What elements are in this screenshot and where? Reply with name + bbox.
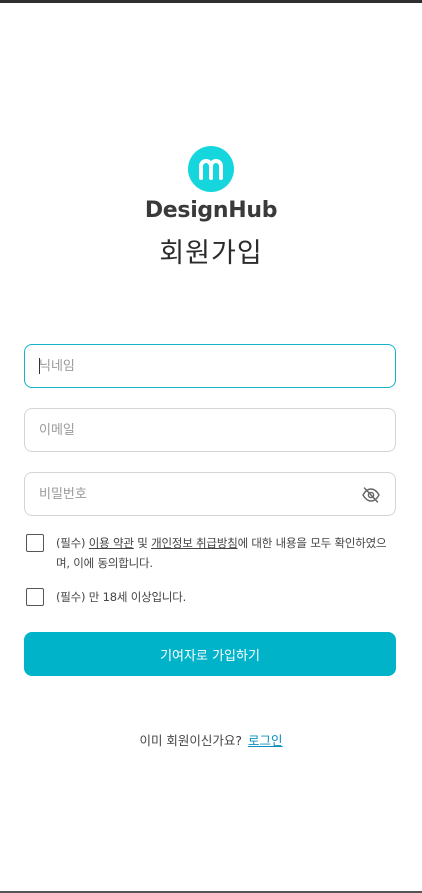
age-checkbox[interactable] — [26, 588, 44, 606]
nickname-input[interactable] — [25, 345, 395, 387]
age-agreement-row: (필수) 만 18세 이상입니다. — [26, 587, 396, 607]
terms-prefix: (필수) — [56, 536, 89, 550]
eye-off-icon[interactable] — [361, 485, 381, 505]
password-field[interactable] — [24, 472, 396, 516]
brand-name: DesignHub — [144, 198, 278, 223]
signup-button[interactable]: 기여자로 가입하기 — [24, 632, 396, 676]
privacy-policy-link[interactable]: 개인정보 취급방침 — [151, 536, 238, 550]
age-agreement-text: (필수) 만 18세 이상입니다. — [56, 590, 187, 604]
login-link[interactable]: 로그인 — [248, 733, 283, 748]
terms-connector: 및 — [133, 536, 152, 550]
terms-agreement-row: (필수) 이용 약관 및 개인정보 취급방침에 대한 내용을 모두 확인하였으며… — [26, 533, 396, 573]
email-input[interactable] — [25, 409, 395, 451]
email-field[interactable] — [24, 408, 396, 452]
password-input[interactable] — [25, 473, 395, 515]
brand-header: DesignHub — [0, 146, 422, 224]
terms-checkbox[interactable] — [26, 534, 44, 552]
login-prompt-text: 이미 회원이신가요? — [139, 733, 243, 748]
text-caret — [39, 358, 40, 374]
nickname-field[interactable] — [24, 344, 396, 388]
logo-icon — [188, 146, 234, 192]
top-border — [0, 0, 422, 3]
login-prompt: 이미 회원이신가요? 로그인 — [0, 731, 422, 751]
terms-of-use-link[interactable]: 이용 약관 — [89, 536, 134, 550]
terms-agreement-text: (필수) 이용 약관 및 개인정보 취급방침에 대한 내용을 모두 확인하였으며… — [56, 533, 396, 573]
page-title: 회원가입 — [159, 238, 263, 269]
